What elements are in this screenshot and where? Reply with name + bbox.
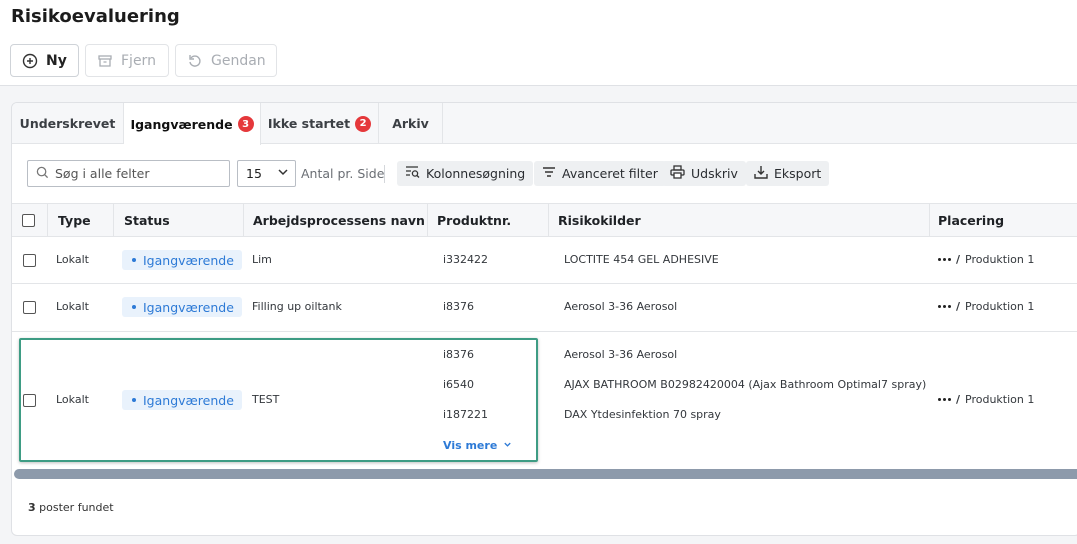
table-row[interactable]: Lokalt Igangværende Lim i332422 LOCTITE … — [12, 237, 1077, 284]
placement-cell: / Produktion 1 — [938, 300, 1034, 313]
new-button[interactable]: Ny — [10, 44, 79, 77]
print-label: Udskriv — [691, 166, 738, 181]
risk-source-cell: DAX Ytdesinfektion 70 spray — [564, 408, 721, 421]
tab-label: Ikke startet — [267, 116, 351, 131]
column-header-product-no[interactable]: Produktnr. — [437, 204, 511, 237]
type-cell: Lokalt — [56, 300, 89, 313]
remove-button-label: Fjern — [121, 52, 156, 69]
column-search-label: Kolonnesøgning — [426, 166, 526, 181]
type-cell: Lokalt — [56, 253, 89, 266]
search-input[interactable] — [55, 166, 215, 181]
tab-label: Underskrevet — [19, 116, 116, 131]
page-size-value: 15 — [246, 166, 262, 181]
placement-cell: / Produktion 1 — [938, 393, 1034, 406]
more-horizontal-icon[interactable] — [938, 398, 951, 401]
count-badge: 3 — [237, 116, 254, 132]
column-header-status[interactable]: Status — [124, 204, 170, 237]
column-header-process-name[interactable]: Arbejdsprocessens navn — [253, 204, 425, 237]
column-header-placement[interactable]: Placering — [938, 204, 1004, 237]
tab-igangvaerende[interactable]: Igangværende 3 — [124, 103, 261, 145]
placement-cell: / Produktion 1 — [938, 253, 1034, 266]
column-header-type[interactable]: Type — [58, 204, 91, 237]
main-panel: Underskrevet Igangværende 3 Ikke startet… — [11, 102, 1077, 536]
restore-button[interactable]: Gendan — [175, 44, 277, 77]
row-checkbox[interactable] — [23, 301, 36, 314]
tab-ikke-startet[interactable]: Ikke startet 2 — [261, 103, 379, 144]
table-header: Type Status Arbejdsprocessens navn Produ… — [12, 203, 1077, 237]
divider — [384, 165, 385, 183]
select-all-checkbox[interactable] — [22, 204, 35, 237]
search-icon — [36, 164, 49, 183]
tab-arkiv[interactable]: Arkiv — [379, 103, 443, 144]
chevron-down-icon — [277, 166, 289, 181]
horizontal-scrollbar[interactable] — [14, 469, 1077, 479]
result-count: 3 poster fundet — [28, 501, 114, 514]
page-title: Risikoevaluering — [11, 6, 180, 27]
column-search-icon — [405, 165, 420, 182]
risk-source-cell: Aerosol 3-36 Aerosol — [564, 348, 678, 361]
product-no-cell: i332422 — [443, 253, 489, 266]
top-bar: Risikoevaluering Ny Fjern Gendan — [0, 0, 1077, 86]
more-horizontal-icon[interactable] — [938, 258, 951, 261]
undo-icon — [187, 53, 203, 69]
tab-label: Arkiv — [392, 116, 429, 131]
process-name-cell: Filling up oiltank — [252, 300, 342, 313]
download-icon — [754, 165, 768, 182]
status-badge: Igangværende — [122, 250, 242, 270]
printer-icon — [670, 165, 685, 182]
plus-circle-icon — [22, 53, 38, 69]
advanced-filter-button[interactable]: Avanceret filter — [534, 161, 666, 186]
filter-icon — [542, 165, 556, 182]
tab-underskrevet[interactable]: Underskrevet — [12, 103, 124, 144]
tab-label: Igangværende — [130, 116, 233, 132]
risk-source-cell: Aerosol 3-36 Aerosol — [564, 300, 678, 313]
product-no-cell: i8376 — [443, 300, 475, 313]
risk-source-cell: LOCTITE 454 GEL ADHESIVE — [564, 253, 719, 266]
restore-button-label: Gendan — [211, 52, 266, 69]
export-button[interactable]: Eksport — [746, 161, 830, 186]
row-checkbox[interactable] — [23, 254, 36, 267]
remove-button[interactable]: Fjern — [85, 44, 169, 77]
table-row[interactable]: Lokalt Igangværende Filling up oiltank i… — [12, 284, 1077, 332]
search-field[interactable] — [27, 160, 230, 187]
new-button-label: Ny — [46, 52, 67, 69]
page-size-label: Antal pr. Side — [301, 166, 385, 181]
page-size-select[interactable]: 15 — [237, 160, 296, 187]
more-horizontal-icon[interactable] — [938, 305, 951, 308]
count-badge: 2 — [355, 115, 372, 132]
status-badge: Igangværende — [122, 297, 242, 317]
archive-icon — [97, 53, 113, 69]
risk-source-cell: AJAX BATHROOM B02982420004 (Ajax Bathroo… — [564, 378, 927, 391]
print-button[interactable]: Udskriv — [662, 161, 746, 186]
process-name-cell: Lim — [252, 253, 272, 266]
highlight-box — [19, 338, 538, 462]
advanced-filter-label: Avanceret filter — [562, 166, 658, 181]
column-search-button[interactable]: Kolonnesøgning — [397, 161, 534, 186]
column-header-risk-sources[interactable]: Risikokilder — [558, 204, 641, 237]
export-label: Eksport — [774, 166, 822, 181]
tab-bar: Underskrevet Igangværende 3 Ikke startet… — [12, 103, 1077, 145]
